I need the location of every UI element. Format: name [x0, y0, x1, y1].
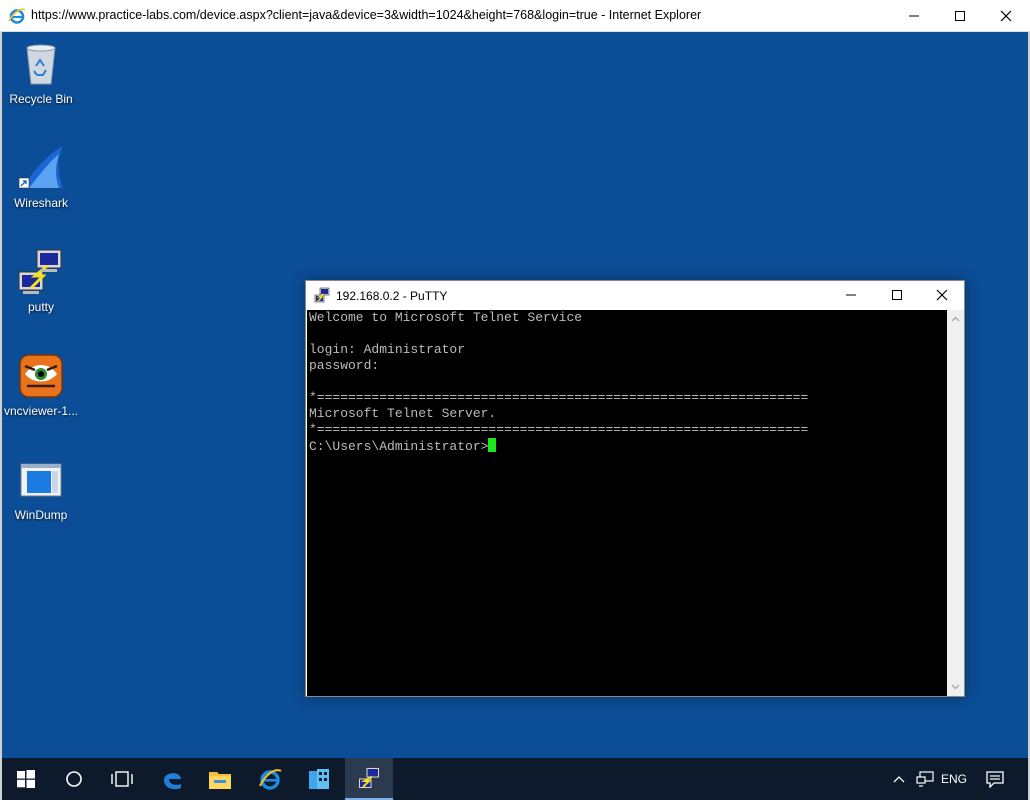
terminal-line: password: — [309, 358, 380, 373]
putty-close-button[interactable] — [919, 281, 965, 309]
action-center-button[interactable] — [980, 758, 1010, 800]
terminal-scrollbar[interactable] — [947, 310, 964, 696]
maximize-icon — [892, 290, 902, 300]
chevron-up-icon — [893, 776, 905, 783]
search-button[interactable] — [50, 758, 98, 800]
minimize-button[interactable] — [891, 0, 937, 31]
putty-minimize-button[interactable] — [828, 281, 874, 309]
desktop-icon-label: WinDump — [14, 508, 68, 522]
start-button[interactable] — [2, 758, 50, 800]
desktop-icon-label: vncviewer-1... — [3, 404, 79, 418]
task-view-icon — [111, 771, 133, 787]
maximize-button[interactable] — [937, 0, 983, 31]
start-icon — [17, 770, 35, 788]
desktop-icon-wireshark[interactable]: Wireshark — [2, 144, 80, 210]
windump-icon — [20, 463, 62, 497]
language-label: ENG — [940, 772, 967, 786]
browser-title: https://www.practice-labs.com/device.asp… — [31, 8, 702, 22]
search-icon — [66, 771, 82, 787]
desktop-icon-recycle-bin[interactable]: Recycle Bin — [2, 40, 80, 106]
vncviewer-icon — [19, 354, 63, 398]
scroll-down-icon[interactable] — [951, 682, 960, 691]
network-icon — [916, 771, 934, 787]
desktop-icon-label: putty — [27, 300, 54, 314]
recycle-bin-icon — [26, 44, 56, 85]
desktop-icon-label: Wireshark — [13, 196, 68, 210]
putty-title: 192.168.0.2 - PuTTY — [336, 289, 448, 303]
putty-icon — [358, 767, 380, 789]
internet-explorer-icon — [8, 8, 26, 24]
file-explorer-icon — [209, 772, 231, 789]
desktop-icon-windump[interactable]: WinDump — [2, 456, 80, 522]
terminal-line: login: Administrator — [309, 342, 466, 357]
taskbar-internet-explorer[interactable] — [246, 758, 294, 800]
minimize-icon — [909, 15, 919, 16]
show-hidden-icons-button[interactable] — [888, 758, 910, 800]
terminal-line: *=======================================… — [309, 422, 809, 437]
taskbar-edge[interactable] — [148, 758, 196, 800]
network-button[interactable] — [912, 758, 938, 800]
putty-icon — [18, 249, 62, 294]
taskbar-file-explorer[interactable] — [196, 758, 244, 800]
close-button[interactable] — [983, 0, 1029, 31]
maximize-icon — [955, 10, 965, 21]
internet-explorer-icon — [259, 769, 282, 790]
language-indicator[interactable]: ENG — [938, 758, 970, 800]
terminal-prompt: C:\Users\Administrator> — [309, 439, 489, 454]
putty-maximize-button[interactable] — [874, 281, 920, 309]
taskbar-server-manager[interactable] — [295, 758, 343, 800]
browser-titlebar: https://www.practice-labs.com/device.asp… — [0, 0, 1030, 32]
desktop-icon-label: Recycle Bin — [9, 92, 73, 106]
task-view-button[interactable] — [98, 758, 146, 800]
terminal-prompt-line: C:\Users\Administrator> — [307, 438, 948, 454]
terminal-line: *=======================================… — [309, 390, 809, 405]
close-icon — [936, 289, 948, 301]
edge-icon — [164, 773, 181, 790]
taskbar: ENG — [2, 758, 1028, 800]
server-manager-icon — [309, 769, 329, 789]
putty-window[interactable]: 192.168.0.2 - PuTTY Welcome to Microsoft… — [305, 280, 965, 697]
terminal-output[interactable]: Welcome to Microsoft Telnet Service logi… — [307, 310, 948, 696]
terminal-line: Microsoft Telnet Server. — [309, 406, 497, 421]
putty-icon — [314, 287, 330, 303]
desktop-icon-putty[interactable]: putty — [2, 248, 80, 314]
notification-icon — [986, 771, 1004, 788]
wireshark-icon — [18, 146, 63, 189]
putty-titlebar[interactable]: 192.168.0.2 - PuTTY — [306, 281, 964, 310]
desktop-icon-vncviewer[interactable]: vncviewer-1... — [2, 352, 80, 418]
taskbar-putty[interactable] — [345, 758, 393, 800]
minimize-icon — [846, 294, 856, 296]
scroll-up-icon[interactable] — [951, 315, 960, 324]
terminal-line: Welcome to Microsoft Telnet Service — [309, 310, 583, 325]
terminal-cursor — [488, 438, 497, 452]
close-icon — [1000, 10, 1012, 21]
